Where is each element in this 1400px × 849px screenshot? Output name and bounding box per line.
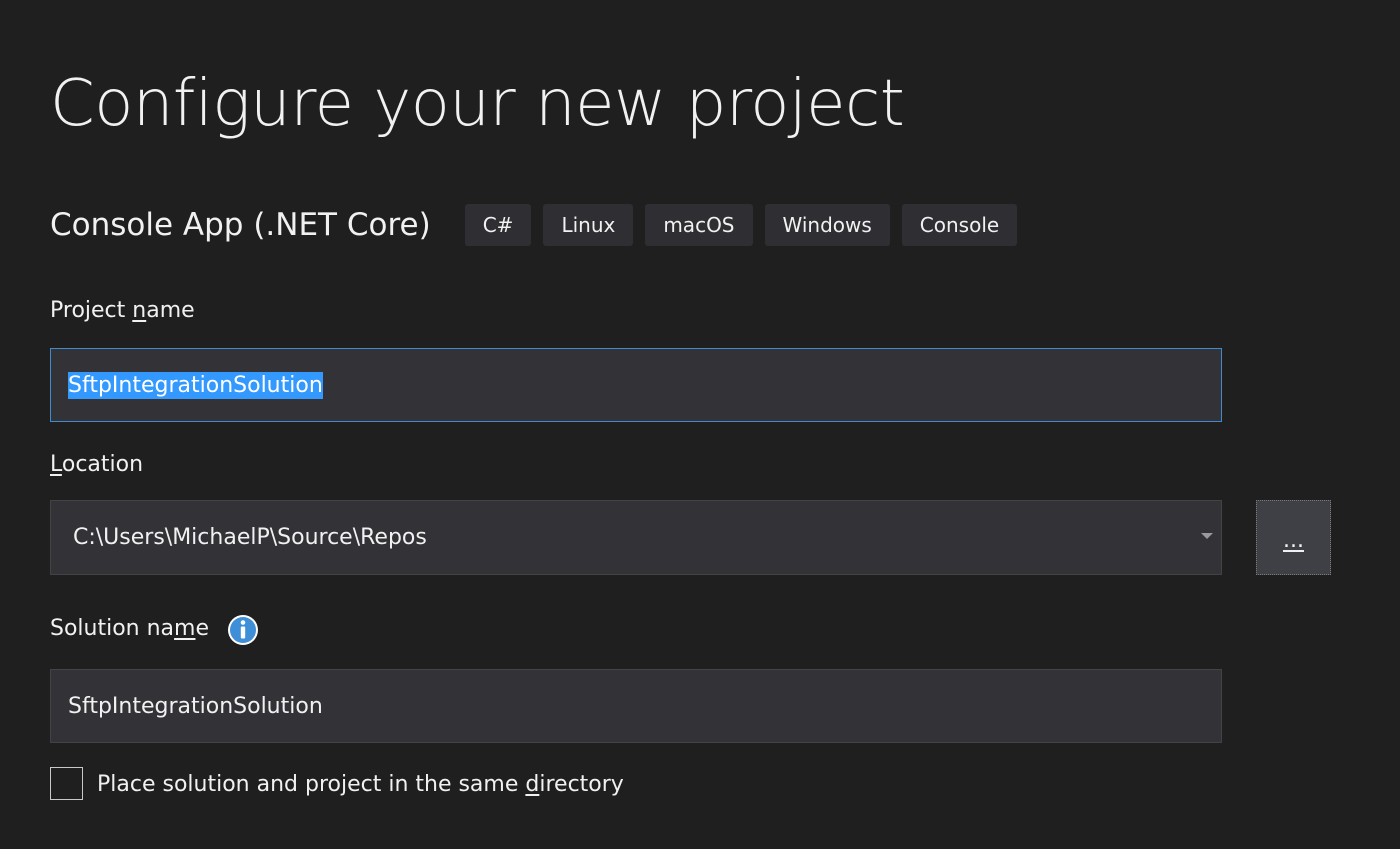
project-name-label-text-end: ame bbox=[146, 298, 195, 323]
browse-location-button[interactable]: ... bbox=[1256, 500, 1331, 575]
location-combobox[interactable]: C:\Users\MichaelP\Source\Repos bbox=[50, 500, 1222, 575]
page-title: Configure your new project bbox=[50, 67, 905, 141]
same-directory-checkbox[interactable] bbox=[50, 767, 83, 800]
solution-name-label: Solution name bbox=[50, 616, 209, 641]
location-value: C:\Users\MichaelP\Source\Repos bbox=[73, 525, 427, 550]
same-directory-label-accelerator: d bbox=[525, 772, 540, 797]
project-name-input[interactable]: SftpIntegrationSolution bbox=[50, 348, 1222, 422]
info-icon[interactable] bbox=[227, 614, 259, 646]
solution-name-label-text: Solution na bbox=[50, 616, 175, 641]
solution-name-input[interactable]: SftpIntegrationSolution bbox=[50, 669, 1222, 743]
project-name-label: Project name bbox=[50, 298, 195, 323]
solution-name-label-text-end: e bbox=[195, 616, 210, 641]
template-tags: C# Linux macOS Windows Console bbox=[464, 204, 1018, 246]
chevron-down-icon[interactable] bbox=[1201, 533, 1213, 539]
same-directory-label[interactable]: Place solution and project in the same d… bbox=[97, 772, 624, 797]
tag-console: Console bbox=[901, 204, 1018, 246]
tag-windows: Windows bbox=[764, 204, 890, 246]
project-name-label-text: Project bbox=[50, 298, 133, 323]
template-name: Console App (.NET Core) bbox=[50, 207, 431, 243]
solution-name-label-accelerator: m bbox=[174, 616, 196, 641]
tag-linux: Linux bbox=[543, 204, 634, 246]
same-directory-label-text-end: irectory bbox=[539, 772, 624, 797]
location-label-accelerator: L bbox=[50, 452, 62, 477]
solution-name-value: SftpIntegrationSolution bbox=[68, 693, 323, 719]
configure-project-page: Configure your new project Console App (… bbox=[0, 0, 1400, 849]
location-label-text: ocation bbox=[61, 452, 144, 477]
location-label: Location bbox=[50, 452, 143, 477]
tag-csharp: C# bbox=[464, 204, 532, 246]
tag-macos: macOS bbox=[645, 204, 753, 246]
project-name-value: SftpIntegrationSolution bbox=[68, 371, 323, 399]
browse-button-label: ... bbox=[1283, 528, 1304, 553]
template-header: Console App (.NET Core) C# Linux macOS W… bbox=[50, 202, 1018, 248]
same-directory-label-text: Place solution and project in the same bbox=[97, 772, 526, 797]
project-name-label-accelerator: n bbox=[132, 298, 147, 323]
